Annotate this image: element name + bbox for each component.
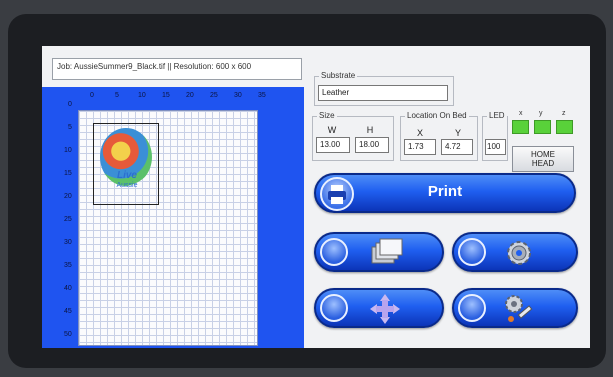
- print-button[interactable]: Print: [314, 173, 576, 213]
- ruler-left-25: 25: [64, 216, 72, 223]
- job-info-bar: Job: AussieSummer9_Black.tif || Resoluti…: [52, 58, 302, 80]
- ruler-left-40: 40: [64, 285, 72, 292]
- tools-button-knob: [458, 294, 486, 322]
- height-field[interactable]: 18.00: [355, 137, 389, 153]
- location-group: Location On Bed X Y 1.73 4.72: [400, 111, 478, 161]
- location-x-field[interactable]: 1.73: [404, 139, 436, 155]
- print-bed-preview[interactable]: 0 5 10 15 20 25 30 35 0 5 10 15 20 25 30…: [42, 87, 304, 348]
- width-label: W: [327, 125, 337, 135]
- location-label: Location On Bed: [405, 111, 469, 120]
- move-button[interactable]: [314, 288, 444, 328]
- platen-grid: Live Aussie: [78, 110, 258, 346]
- ruler-top-20: 20: [186, 92, 194, 99]
- ruler-left-15: 15: [64, 170, 72, 177]
- document-stack-icon: [371, 238, 403, 264]
- touch-screen: Job: AussieSummer9_Black.tif || Resoluti…: [42, 46, 590, 348]
- ruler-left-0: 0: [68, 101, 72, 108]
- y-label: Y: [454, 128, 461, 138]
- width-field[interactable]: 13.00: [316, 137, 350, 153]
- z-axis-indicator: [556, 120, 573, 134]
- ruler-top-5: 5: [115, 92, 119, 99]
- ruler-top-25: 25: [210, 92, 218, 99]
- ruler-top-10: 10: [138, 92, 146, 99]
- ruler-left-50: 50: [64, 331, 72, 338]
- ruler-top-30: 30: [234, 92, 242, 99]
- print-label: Print: [427, 183, 463, 200]
- axis-y-label: y: [539, 110, 543, 117]
- size-label: Size: [317, 111, 337, 120]
- substrate-group: Substrate Leather: [314, 71, 454, 106]
- ruler-left-35: 35: [64, 262, 72, 269]
- files-button[interactable]: [314, 232, 444, 272]
- ruler-left-20: 20: [64, 193, 72, 200]
- led-field[interactable]: 100: [485, 139, 506, 155]
- artwork-text-line2: Aussie: [116, 182, 138, 189]
- move-arrows-icon: [370, 294, 400, 324]
- move-button-knob: [320, 294, 348, 322]
- settings-button-knob: [458, 238, 486, 266]
- led-label: LED: [487, 111, 507, 120]
- ruler-left-5: 5: [68, 124, 72, 131]
- home-head-line2: HEAD: [531, 159, 555, 168]
- files-button-knob: [320, 238, 348, 266]
- axis-x-label: x: [519, 110, 523, 117]
- x-label: X: [416, 128, 423, 138]
- ruler-top-35: 35: [258, 92, 266, 99]
- ruler-left-10: 10: [64, 147, 72, 154]
- size-group: Size W H 13.00 18.00: [312, 111, 394, 161]
- x-axis-indicator: [512, 120, 529, 134]
- home-head-button[interactable]: HOME HEAD: [512, 146, 574, 172]
- location-y-field[interactable]: 4.72: [441, 139, 473, 155]
- artwork-text-line1: Live: [116, 170, 137, 181]
- tools-gear-icon: [505, 295, 533, 322]
- led-group: LED 100: [482, 111, 508, 161]
- artwork-bounding-box[interactable]: Live Aussie: [93, 123, 159, 205]
- y-axis-indicator: [534, 120, 551, 134]
- ruler-top-15: 15: [162, 92, 170, 99]
- axis-z-label: z: [562, 110, 566, 117]
- gear-icon: [507, 241, 531, 265]
- settings-button[interactable]: [452, 232, 578, 272]
- ruler-left-30: 30: [64, 239, 72, 246]
- substrate-label: Substrate: [319, 71, 358, 80]
- home-head-line1: HOME: [531, 150, 555, 159]
- ruler-left-45: 45: [64, 308, 72, 315]
- substrate-field[interactable]: Leather: [318, 85, 448, 101]
- ruler-top-0: 0: [90, 92, 94, 99]
- height-label: H: [366, 125, 374, 135]
- tools-button[interactable]: [452, 288, 578, 328]
